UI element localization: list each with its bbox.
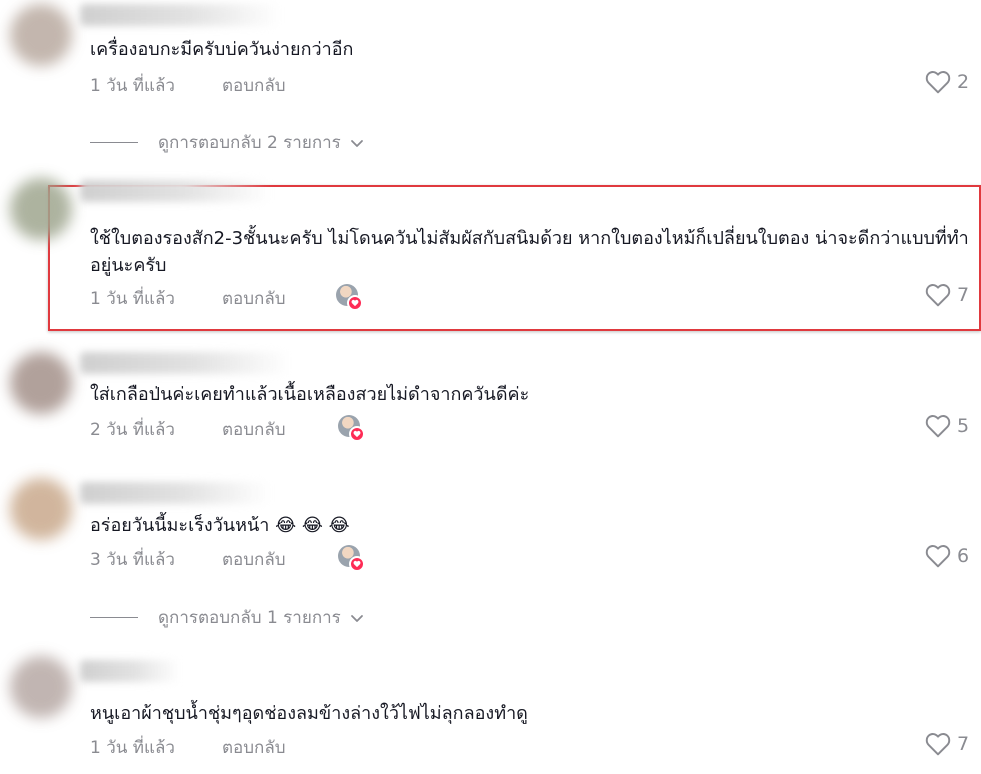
username-blurred[interactable] — [80, 352, 290, 374]
like-button[interactable]: 5 — [925, 414, 969, 438]
username-blurred[interactable] — [80, 4, 280, 26]
like-count: 6 — [957, 545, 970, 567]
reply-button[interactable]: ตอบกลับ — [222, 546, 286, 573]
like-button[interactable]: 6 — [925, 544, 969, 568]
like-button[interactable]: 7 — [925, 732, 969, 756]
comment-text: อร่อยวันนี้มะเร็งวันหน้า 😂 😂 😂 — [90, 515, 350, 536]
reply-button[interactable]: ตอบกลับ — [222, 285, 286, 312]
avatar[interactable] — [10, 178, 72, 240]
like-count: 7 — [957, 733, 970, 755]
avatar[interactable] — [10, 656, 72, 718]
divider-line — [90, 617, 138, 618]
comment-text: หนูเอาผ้าชุบน้ำชุ่มๆอุดช่องลมข้างล่างใว้… — [90, 703, 528, 724]
creator-avatar — [336, 284, 363, 311]
comment-time: 2 วัน ที่แล้ว — [90, 420, 175, 440]
divider-line — [90, 142, 138, 143]
heart-badge-icon — [349, 556, 365, 572]
like-count: 2 — [957, 71, 970, 93]
comment-time: 3 วัน ที่แล้ว — [90, 550, 175, 570]
heart-outline-icon — [925, 733, 951, 756]
comment-text: ใส่เกลือป่นค่ะเคยทำแล้วเนื้อเหลืองสวยไม่… — [90, 384, 530, 405]
creator-avatar — [338, 415, 365, 442]
view-replies-button[interactable]: ดูการตอบกลับ 1 รายการ — [90, 604, 365, 631]
heart-outline-icon — [925, 284, 951, 307]
view-replies-button[interactable]: ดูการตอบกลับ 2 รายการ — [90, 129, 365, 156]
chevron-down-icon — [350, 614, 363, 622]
comment-text: ใช้ใบตองรองสัก2-3ชั้นนะครับ ไม่โดนควันไม… — [90, 228, 969, 276]
username-blurred[interactable] — [80, 180, 270, 202]
heart-outline-icon — [925, 71, 951, 94]
like-button[interactable]: 7 — [925, 283, 969, 307]
comment-text: เครื่องอบกะมีครับบ่ควันง่ายกว่าอีก — [90, 39, 354, 60]
comment-time: 1 วัน ที่แล้ว — [90, 738, 175, 758]
view-replies-label: ดูการตอบกลับ 1 รายการ — [158, 608, 341, 628]
heart-outline-icon — [925, 415, 951, 438]
comment-time: 1 วัน ที่แล้ว — [90, 76, 175, 96]
heart-badge-icon — [347, 295, 363, 311]
like-count: 5 — [957, 415, 970, 437]
avatar[interactable] — [10, 352, 72, 414]
reply-button[interactable]: ตอบกลับ — [222, 72, 286, 99]
username-blurred[interactable] — [80, 482, 270, 504]
heart-outline-icon — [925, 545, 951, 568]
creator-avatar — [338, 545, 365, 572]
reply-button[interactable]: ตอบกลับ — [222, 416, 286, 443]
like-count: 7 — [957, 284, 970, 306]
like-button[interactable]: 2 — [925, 70, 969, 94]
avatar[interactable] — [10, 478, 72, 540]
comment-time: 1 วัน ที่แล้ว — [90, 289, 175, 309]
view-replies-label: ดูการตอบกลับ 2 รายการ — [158, 133, 341, 153]
chevron-down-icon — [350, 139, 363, 147]
avatar[interactable] — [10, 4, 72, 66]
username-blurred[interactable] — [80, 660, 180, 682]
heart-badge-icon — [349, 426, 365, 442]
reply-button[interactable]: ตอบกลับ — [222, 734, 286, 761]
